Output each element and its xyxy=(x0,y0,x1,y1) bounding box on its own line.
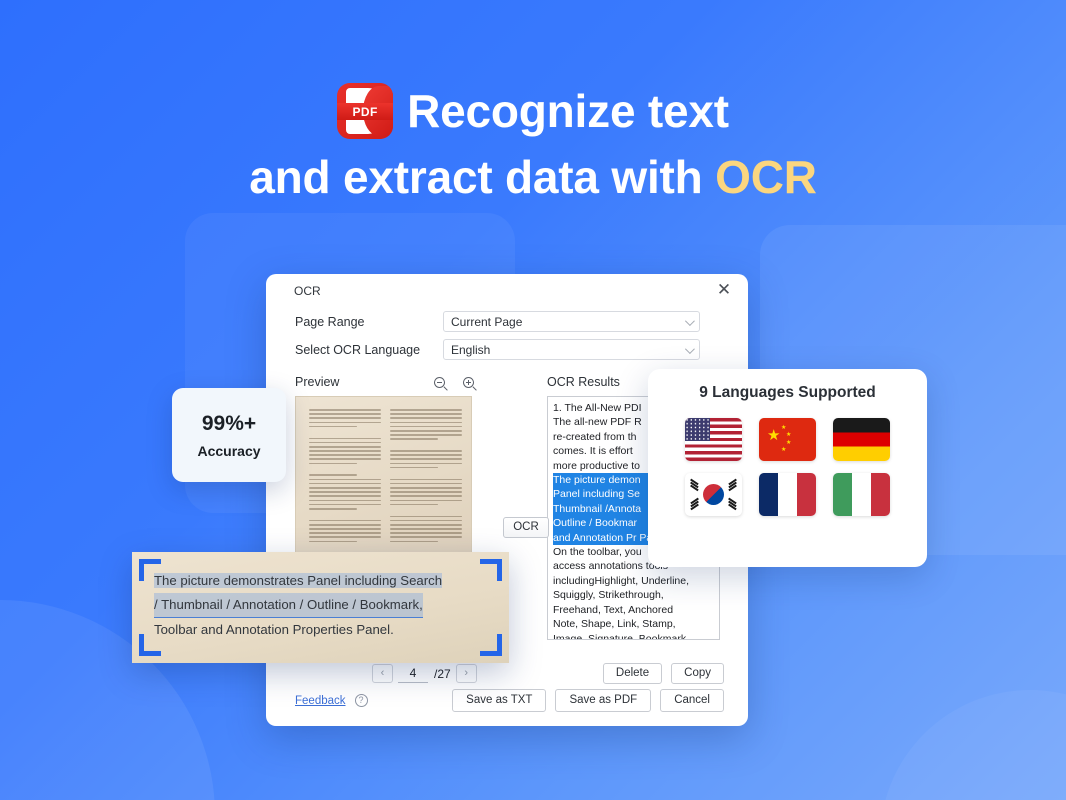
cancel-button[interactable]: Cancel xyxy=(660,689,724,712)
languages-supported-card: 9 Languages Supported ★ ★ ★ ★ ★ xyxy=(648,369,927,567)
result-line-selected: Thumbnail /Annota xyxy=(553,501,642,517)
page-total-label: /27 xyxy=(434,666,451,681)
feedback-link[interactable]: Feedback xyxy=(295,695,346,707)
result-line-selected: The picture demon xyxy=(553,473,641,488)
page-headline: PDF Recognize text and extract data with… xyxy=(0,78,1066,210)
bracket-top-left-icon xyxy=(139,559,161,581)
ocr-language-value: English xyxy=(451,343,491,357)
flag-china: ★ ★ ★ ★ ★ xyxy=(758,418,816,461)
result-line: Freehand, Text, Anchored xyxy=(553,603,674,616)
page-range-label: Page Range xyxy=(295,314,365,329)
pdf-logo-icon: PDF xyxy=(337,83,394,139)
accuracy-badge: 99%+ Accuracy xyxy=(172,388,286,482)
callout-text: The picture demonstrates Panel including… xyxy=(154,569,481,642)
chevron-down-icon xyxy=(684,344,695,355)
bracket-top-right-icon xyxy=(480,559,502,581)
ocr-language-row: Select OCR Language English xyxy=(266,339,748,360)
page-next-button[interactable]: › xyxy=(455,664,477,683)
headline-text-1: Recognize text xyxy=(407,85,729,137)
preview-document-page[interactable] xyxy=(295,396,472,562)
callout-line-1: The picture demonstrates Panel including… xyxy=(154,573,443,588)
headline-line-2: and extract data with OCR xyxy=(0,144,1066,210)
page-range-row: Page Range Current Page xyxy=(266,311,748,332)
languages-card-title: 9 Languages Supported xyxy=(699,384,876,401)
preview-panel: Preview xyxy=(295,374,480,562)
result-line-selected: and Annotation Pr xyxy=(553,530,637,546)
scanned-text-callout: The picture demonstrates Panel including… xyxy=(132,552,509,663)
dialog-bottom-bar: Feedback ? Save as TXT Save as PDF Cance… xyxy=(266,689,748,712)
save-as-txt-button[interactable]: Save as TXT xyxy=(452,689,547,712)
preview-panel-header: Preview xyxy=(295,374,480,390)
flag-germany xyxy=(833,418,891,461)
result-line: includingHighlight, Underline, xyxy=(553,574,689,587)
result-line-selected: Outline / Bookmar xyxy=(553,516,638,531)
ocr-language-select[interactable]: English xyxy=(443,339,700,360)
background-circle-bottom-right xyxy=(880,690,1066,800)
accuracy-label: Accuracy xyxy=(197,442,261,459)
result-line: Squiggly, Strikethrough, xyxy=(553,589,664,602)
page-prev-button[interactable]: ‹ xyxy=(372,664,393,683)
ocr-results-title: OCR Results xyxy=(547,375,620,389)
page-range-select[interactable]: Current Page xyxy=(443,311,700,332)
preview-column-right xyxy=(390,409,462,561)
close-icon[interactable]: ✕ xyxy=(714,280,734,300)
headline-line-1: PDF Recognize text xyxy=(0,78,1066,144)
save-as-pdf-button[interactable]: Save as PDF xyxy=(555,689,652,712)
bracket-bottom-right-icon xyxy=(480,634,502,656)
preview-pager: ‹ /27 › xyxy=(372,664,477,683)
flag-south-korea xyxy=(684,473,742,516)
result-line-selected: Panel including Se xyxy=(553,487,640,502)
result-action-buttons: Delete Copy xyxy=(602,663,724,684)
dialog-title: OCR xyxy=(294,284,321,298)
flag-italy xyxy=(833,473,891,516)
preview-column-left xyxy=(309,409,381,561)
preview-title: Preview xyxy=(295,375,340,389)
dialog-titlebar: OCR ✕ xyxy=(266,274,748,304)
pdf-logo-label: PDF xyxy=(352,104,378,119)
accuracy-value: 99%+ xyxy=(201,411,257,435)
callout-line-2: / Thumbnail / Annotation / Outline / Boo… xyxy=(154,593,423,618)
delete-button[interactable]: Delete xyxy=(602,663,663,684)
help-icon[interactable]: ? xyxy=(354,694,368,707)
flag-united-states xyxy=(684,418,742,461)
flag-grid: ★ ★ ★ ★ ★ xyxy=(648,418,927,516)
headline-accent-ocr: OCR xyxy=(715,151,817,203)
result-line: Image, Signature, Bookmark, xyxy=(553,632,689,640)
ocr-run-button[interactable]: OCR xyxy=(503,517,549,538)
page-range-value: Current Page xyxy=(451,315,523,329)
bracket-bottom-left-icon xyxy=(139,634,161,656)
page-number-input[interactable] xyxy=(398,664,428,683)
zoom-in-icon[interactable] xyxy=(463,376,474,388)
zoom-out-icon[interactable] xyxy=(434,376,445,388)
ocr-language-label: Select OCR Language xyxy=(295,342,421,357)
result-line: Note, Shape, Link, Stamp, xyxy=(553,618,676,631)
flag-france xyxy=(758,473,816,516)
headline-text-2: and extract data with xyxy=(249,151,716,203)
callout-line-3: Toolbar and Annotation Properties Panel. xyxy=(154,622,394,637)
copy-button[interactable]: Copy xyxy=(671,663,724,684)
chevron-down-icon xyxy=(684,316,695,327)
